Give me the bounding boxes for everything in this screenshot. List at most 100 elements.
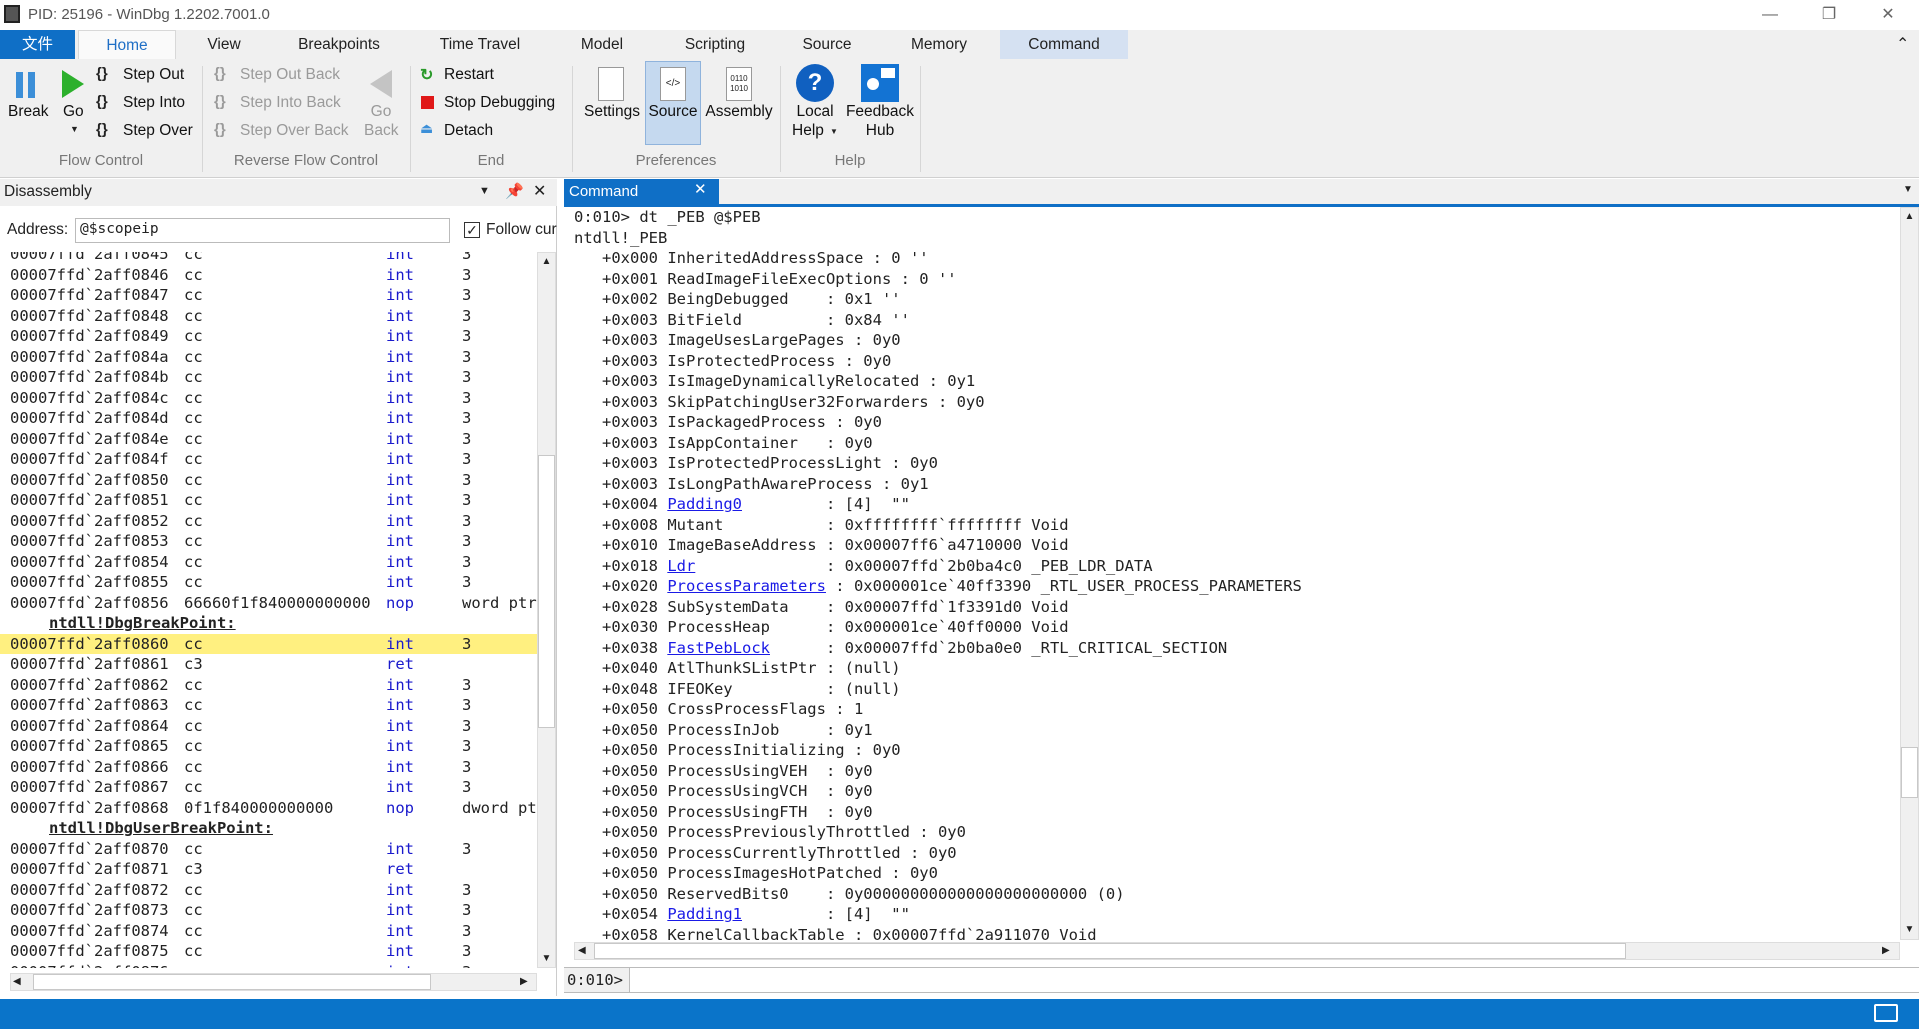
command-hscroll-thumb[interactable]	[594, 943, 1626, 959]
command-vertical-scrollbar[interactable]	[1900, 207, 1919, 940]
disassembly-row[interactable]: 00007ffd`2aff084a cc int 3	[0, 347, 537, 368]
scroll-left-icon[interactable]: ◀	[578, 945, 586, 956]
step-over-back-button[interactable]: Step Over Back	[240, 122, 349, 140]
scroll-up-icon[interactable]: ▲	[537, 256, 556, 267]
disassembly-row[interactable]: 00007ffd`2aff0866 cc int 3	[0, 757, 537, 778]
dml-link[interactable]: Padding1	[667, 905, 742, 923]
disassembly-row[interactable]: 00007ffd`2aff0852 cc int 3	[0, 511, 537, 532]
tab-time-travel[interactable]: Time Travel	[425, 30, 535, 59]
disassembly-row[interactable]: 00007ffd`2aff0845 cc int 3	[0, 252, 537, 265]
local-help-dropdown-icon[interactable]: ▼	[830, 127, 838, 136]
feedback-hub-button[interactable]: Hub	[842, 122, 918, 140]
disassembly-row[interactable]: 00007ffd`2aff084d cc int 3	[0, 408, 537, 429]
command-tab-dropdown-icon[interactable]: ▼	[1903, 184, 1913, 195]
close-panel-icon[interactable]: ✕	[533, 181, 546, 201]
disassembly-row[interactable]: 00007ffd`2aff0853 cc int 3	[0, 531, 537, 552]
go-back-label-2[interactable]: Back	[364, 122, 398, 140]
disassembly-row[interactable]: 00007ffd`2aff084c cc int 3	[0, 388, 537, 409]
disassembly-label-row[interactable]: ntdll!DbgUserBreakPoint:	[0, 818, 537, 839]
stop-debugging-button[interactable]: Stop Debugging	[444, 94, 555, 112]
local-help-button[interactable]: Help	[792, 122, 824, 140]
disassembly-row[interactable]: 00007ffd`2aff0848 cc int 3	[0, 306, 537, 327]
tab-home[interactable]: Home	[78, 30, 176, 60]
disassembly-row[interactable]: 00007ffd`2aff0865 cc int 3	[0, 736, 537, 757]
disassembly-row[interactable]: 00007ffd`2aff084f cc int 3	[0, 449, 537, 470]
command-input[interactable]	[632, 968, 1918, 992]
dml-link[interactable]: FastPebLock	[667, 639, 770, 657]
disassembly-row[interactable]: 00007ffd`2aff0871 c3 ret	[0, 859, 537, 880]
tab-command[interactable]: Command	[1000, 30, 1128, 59]
disassembly-row[interactable]: 00007ffd`2aff0849 cc int 3	[0, 326, 537, 347]
tab-breakpoints[interactable]: Breakpoints	[284, 30, 394, 59]
step-out-button[interactable]: Step Out	[123, 66, 184, 84]
disassembly-row[interactable]: 00007ffd`2aff0850 cc int 3	[0, 470, 537, 491]
settings-button[interactable]: Settings	[582, 103, 642, 121]
panel-dropdown-icon[interactable]: ▼	[479, 185, 490, 197]
local-help-label-1[interactable]: Local	[790, 103, 840, 121]
address-input[interactable]: @$scopeip	[75, 218, 450, 243]
scroll-right-icon[interactable]: ▶	[520, 976, 528, 987]
dml-link[interactable]: Padding0	[667, 495, 742, 513]
disassembly-row[interactable]: 00007ffd`2aff0851 cc int 3	[0, 490, 537, 511]
dml-link[interactable]: Ldr	[667, 557, 695, 575]
step-out-back-button[interactable]: Step Out Back	[240, 66, 340, 84]
go-dropdown-icon[interactable]: ▼	[70, 124, 79, 134]
minimize-button[interactable]: —	[1745, 2, 1795, 28]
disassembly-row[interactable]: 00007ffd`2aff0873 cc int 3	[0, 900, 537, 921]
disassembly-row[interactable]: 00007ffd`2aff0875 cc int 3	[0, 941, 537, 962]
disassembly-row[interactable]: 00007ffd`2aff0868 0f1f840000000000 nop dwor…	[0, 798, 537, 819]
scroll-down-icon[interactable]: ▼	[1900, 924, 1919, 935]
disassembly-row[interactable]: 00007ffd`2aff0846 cc int 3	[0, 265, 537, 286]
disassembly-hscroll-thumb[interactable]	[33, 974, 431, 990]
step-over-button[interactable]: Step Over	[123, 122, 193, 140]
disassembly-row[interactable]: 00007ffd`2aff0876 cc int 3	[0, 962, 537, 969]
scroll-down-icon[interactable]: ▼	[537, 953, 556, 964]
disassembly-row[interactable]: 00007ffd`2aff0863 cc int 3	[0, 695, 537, 716]
tab-view[interactable]: View	[194, 30, 254, 59]
feedback-hub-label-1[interactable]: Feedback	[842, 103, 918, 121]
scroll-left-icon[interactable]: ◀	[13, 976, 21, 987]
detach-button[interactable]: Detach	[444, 122, 493, 140]
tab-file[interactable]: 文件	[0, 30, 75, 59]
current-instruction-row[interactable]: 00007ffd`2aff0860 cc int 3	[0, 633, 537, 654]
close-button[interactable]: ✕	[1863, 2, 1913, 28]
tab-source[interactable]: Source	[792, 30, 862, 59]
restore-button[interactable]: ❐	[1804, 2, 1854, 28]
scroll-up-icon[interactable]: ▲	[1900, 211, 1919, 222]
follow-checkbox[interactable]: ✓	[464, 222, 480, 238]
disassembly-listing[interactable]: 00007ffd`2aff0845 cc int 3 00007ffd`2aff0846…	[0, 252, 537, 968]
disassembly-label-row[interactable]: ntdll!DbgBreakPoint:	[0, 613, 537, 634]
disassembly-row[interactable]: 00007ffd`2aff084e cc int 3	[0, 429, 537, 450]
step-into-back-button[interactable]: Step Into Back	[240, 94, 341, 112]
notification-icon[interactable]	[1874, 1004, 1898, 1022]
go-icon[interactable]	[62, 70, 84, 98]
disassembly-row[interactable]: 00007ffd`2aff0874 cc int 3	[0, 921, 537, 942]
disassembly-row[interactable]: 00007ffd`2aff084b cc int 3	[0, 367, 537, 388]
disassembly-row[interactable]: 00007ffd`2aff0862 cc int 3	[0, 675, 537, 696]
disassembly-vscroll-thumb[interactable]	[538, 455, 555, 728]
disassembly-row[interactable]: 00007ffd`2aff0847 cc int 3	[0, 285, 537, 306]
go-back-label-1[interactable]: Go	[370, 103, 392, 121]
command-vscroll-thumb[interactable]	[1901, 747, 1918, 798]
disassembly-row[interactable]: 00007ffd`2aff0872 cc int 3	[0, 880, 537, 901]
disassembly-row[interactable]: 00007ffd`2aff0854 cc int 3	[0, 552, 537, 573]
pin-icon[interactable]: 📌	[505, 182, 524, 200]
command-output[interactable]: 0:010> dt _PEB @$PEB ntdll!_PEB +0x000 In…	[574, 207, 1894, 942]
dml-link[interactable]: ProcessParameters	[667, 577, 826, 595]
close-command-tab-icon[interactable]: ✕	[694, 180, 707, 198]
disassembly-row[interactable]: 00007ffd`2aff0867 cc int 3	[0, 777, 537, 798]
disassembly-row[interactable]: 00007ffd`2aff0870 cc int 3	[0, 839, 537, 860]
assembly-button[interactable]: Assembly	[704, 103, 774, 121]
tab-scripting[interactable]: Scripting	[670, 30, 760, 59]
disassembly-row[interactable]: 00007ffd`2aff0856 66660f1f840000000000 nop…	[0, 593, 537, 614]
go-button[interactable]: Go	[63, 103, 84, 121]
source-button[interactable]: Source	[645, 103, 701, 121]
disassembly-row[interactable]: 00007ffd`2aff0864 cc int 3	[0, 716, 537, 737]
disassembly-row[interactable]: 00007ffd`2aff0861 c3 ret	[0, 654, 537, 675]
step-into-button[interactable]: Step Into	[123, 94, 185, 112]
disassembly-row[interactable]: 00007ffd`2aff0855 cc int 3	[0, 572, 537, 593]
tab-memory[interactable]: Memory	[899, 30, 979, 59]
scroll-right-icon[interactable]: ▶	[1882, 945, 1890, 956]
tab-model[interactable]: Model	[567, 30, 637, 59]
restart-button[interactable]: Restart	[444, 66, 494, 84]
